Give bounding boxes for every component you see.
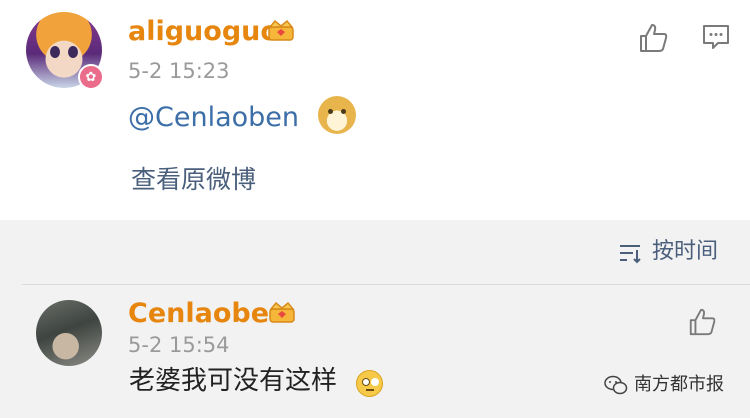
vip-crown-icon: [269, 301, 295, 323]
thumbs-up-icon[interactable]: [687, 307, 717, 337]
view-original-link[interactable]: 查看原微博: [131, 167, 256, 192]
sort-icon[interactable]: [618, 242, 642, 264]
reply-timestamp: 5-2 15:54: [128, 333, 230, 357]
reply-avatar[interactable]: [36, 300, 102, 366]
reply-text: 老婆我可没有这样: [129, 366, 338, 396]
reply-username[interactable]: Cenlaoben: [128, 300, 288, 327]
sort-by-time-button[interactable]: 按时间: [652, 241, 718, 263]
comment-timestamp: 5-2 15:23: [128, 59, 230, 83]
watermark: 南方都市报: [604, 374, 724, 396]
comment-icon[interactable]: [701, 22, 731, 52]
comment-username[interactable]: aliguoguo: [128, 18, 279, 45]
vip-crown-icon: [268, 19, 294, 41]
wechat-watermark-icon: [604, 375, 628, 395]
doge-emoji: [318, 96, 356, 134]
vip-rabbit-badge-icon: ✿: [78, 64, 104, 90]
divider: [22, 284, 750, 285]
thumbs-up-icon[interactable]: [637, 22, 669, 54]
eye-roll-emoji: [356, 370, 383, 397]
watermark-text: 南方都市报: [634, 374, 724, 395]
mention-link[interactable]: @Cenlaoben: [128, 104, 299, 131]
